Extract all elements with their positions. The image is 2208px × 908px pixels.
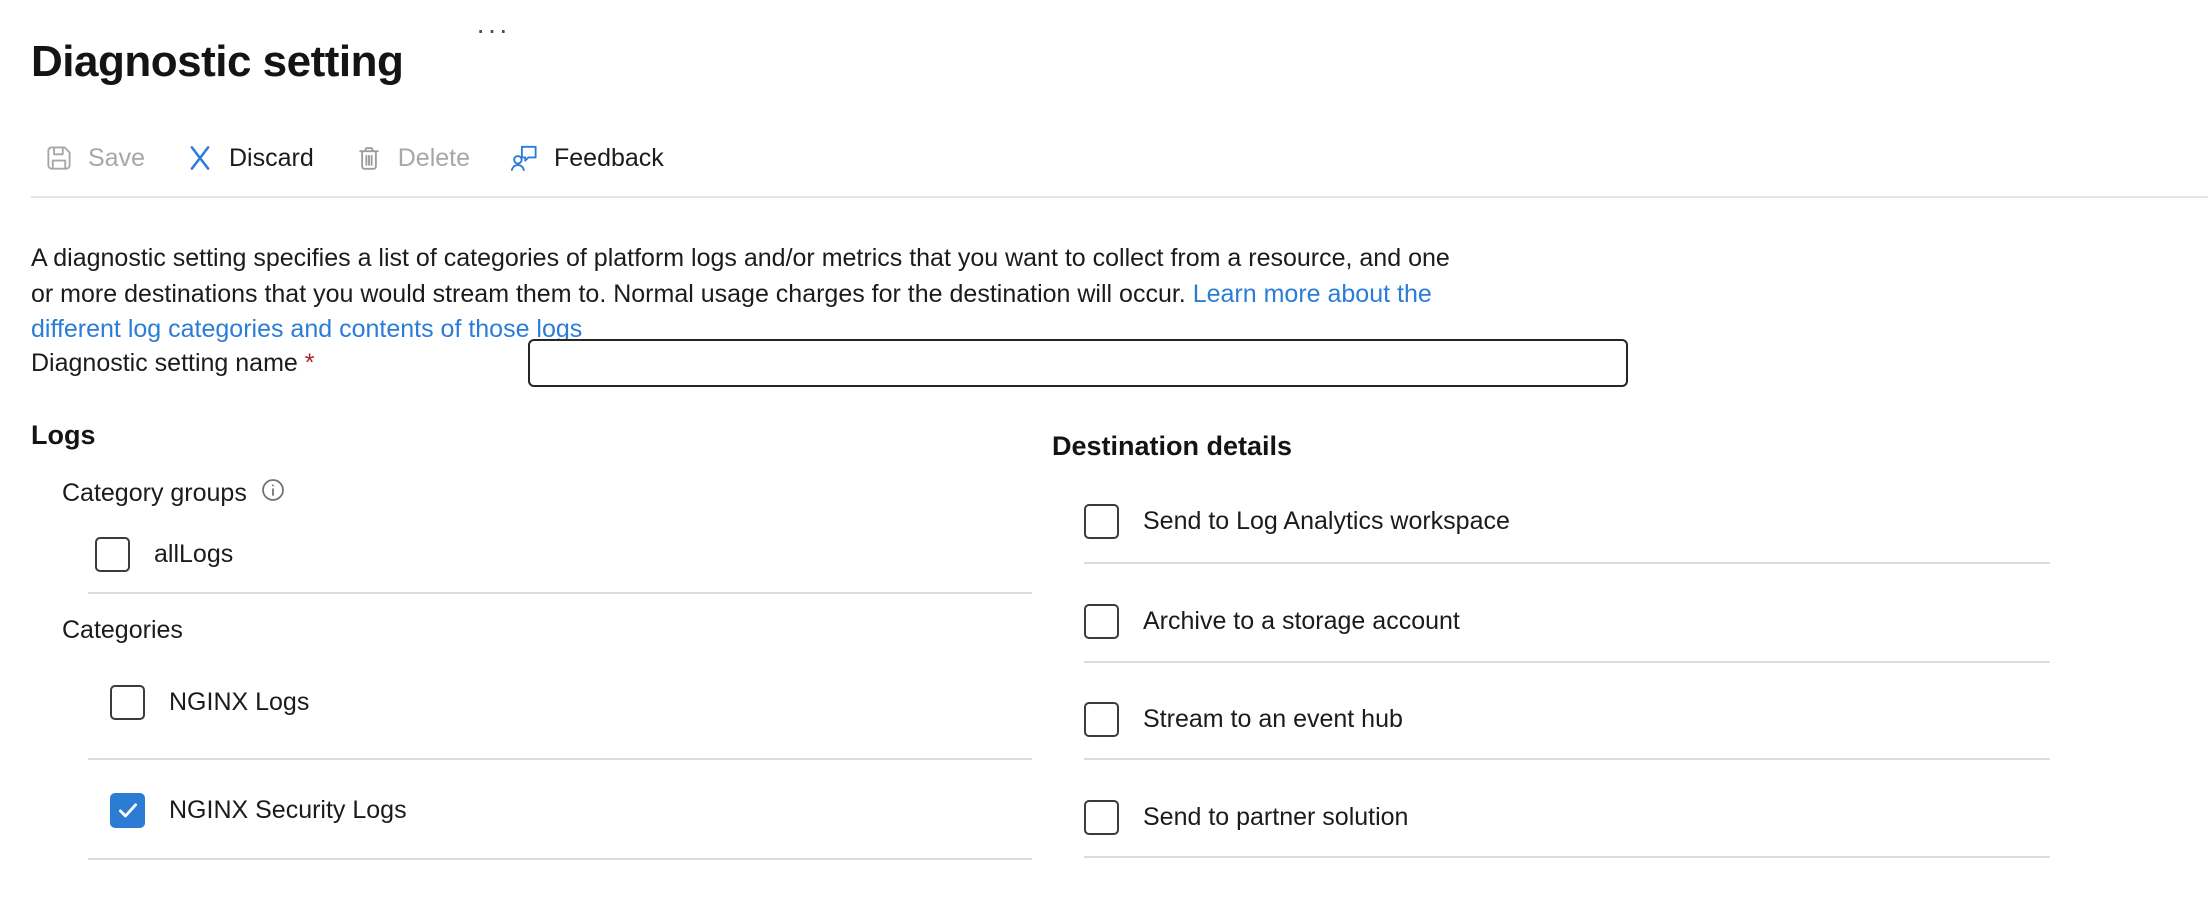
alllogs-checkbox[interactable] [95, 537, 130, 572]
send-to-partner-solution-label: Send to partner solution [1143, 803, 1408, 832]
save-label: Save [88, 144, 145, 173]
required-mark: * [305, 349, 315, 377]
divider [88, 858, 1032, 860]
categories-label: Categories [62, 616, 183, 645]
alllogs-row[interactable]: allLogs [95, 536, 233, 572]
send-to-log-analytics-checkbox[interactable] [1084, 504, 1119, 539]
archive-to-storage-checkbox[interactable] [1084, 604, 1119, 639]
delete-icon [354, 143, 384, 173]
discard-button[interactable]: Discard [185, 143, 314, 173]
divider [1084, 856, 2050, 858]
delete-label: Delete [398, 144, 470, 173]
diagnostic-setting-name-input[interactable] [528, 339, 1628, 387]
discard-icon [185, 143, 215, 173]
send-to-log-analytics-label: Send to Log Analytics workspace [1143, 507, 1510, 536]
more-menu-button[interactable]: ··· [476, 16, 510, 44]
save-icon [44, 143, 74, 173]
divider [1084, 562, 2050, 564]
stream-to-event-hub-row[interactable]: Stream to an event hub [1084, 701, 1403, 737]
name-label-text: Diagnostic setting name [31, 349, 298, 377]
send-to-partner-solution-checkbox[interactable] [1084, 800, 1119, 835]
nginx-security-logs-label: NGINX Security Logs [169, 796, 407, 825]
divider [88, 592, 1032, 594]
page-description: A diagnostic setting specifies a list of… [31, 241, 1461, 348]
send-to-log-analytics-row[interactable]: Send to Log Analytics workspace [1084, 503, 1510, 539]
archive-to-storage-label: Archive to a storage account [1143, 607, 1460, 636]
feedback-button[interactable]: Feedback [510, 143, 664, 173]
category-groups-text: Category groups [62, 479, 247, 508]
checkmark-icon [115, 797, 141, 823]
send-to-partner-solution-row[interactable]: Send to partner solution [1084, 799, 1408, 835]
alllogs-label: allLogs [154, 540, 233, 569]
command-bar: Save Discard Delete Fee [44, 130, 664, 186]
feedback-label: Feedback [554, 144, 664, 173]
delete-button[interactable]: Delete [354, 143, 470, 173]
category-groups-label: Category groups [62, 477, 286, 510]
save-button[interactable]: Save [44, 143, 145, 173]
discard-label: Discard [229, 144, 314, 173]
info-icon[interactable] [260, 477, 286, 510]
divider [88, 758, 1032, 760]
nginx-security-logs-checkbox[interactable] [110, 793, 145, 828]
nginx-logs-label: NGINX Logs [169, 688, 309, 717]
divider [1084, 758, 2050, 760]
categories-text: Categories [62, 616, 183, 645]
diagnostic-setting-name-label: Diagnostic setting name * [31, 349, 315, 378]
nginx-security-logs-row[interactable]: NGINX Security Logs [110, 792, 407, 828]
destination-details-heading: Destination details [1052, 431, 1292, 462]
logs-heading: Logs [31, 420, 96, 451]
feedback-icon [510, 143, 540, 173]
archive-to-storage-row[interactable]: Archive to a storage account [1084, 603, 1460, 639]
divider [1084, 661, 2050, 663]
page-title: Diagnostic setting [31, 37, 403, 87]
stream-to-event-hub-checkbox[interactable] [1084, 702, 1119, 737]
stream-to-event-hub-label: Stream to an event hub [1143, 705, 1403, 734]
nginx-logs-row[interactable]: NGINX Logs [110, 684, 309, 720]
nginx-logs-checkbox[interactable] [110, 685, 145, 720]
toolbar-divider [31, 196, 2208, 198]
